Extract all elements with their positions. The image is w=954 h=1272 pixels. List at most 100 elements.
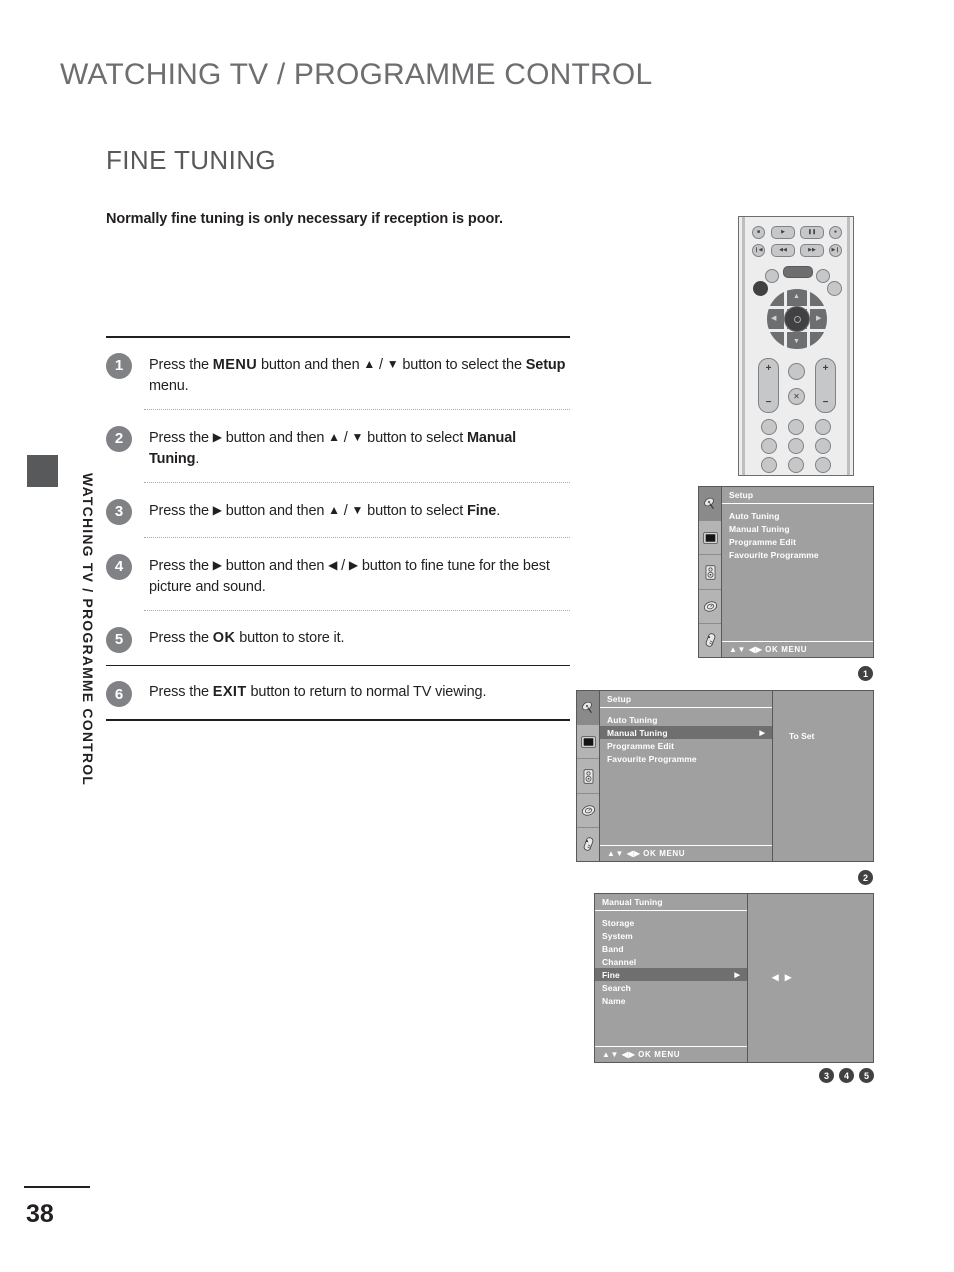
clock-icon[interactable] <box>699 590 721 624</box>
instruction-step: 6 Press the EXIT button to return to norm… <box>106 666 570 719</box>
osd-menu-list: Storage System Band Channel Fine ▶ Search Name <box>595 911 747 1046</box>
osd-menu-item[interactable]: Auto Tuning <box>600 713 772 726</box>
osd-footer-hints: ▲▼ ◀▶ OK MENU <box>722 641 873 657</box>
options-icon[interactable] <box>699 624 721 657</box>
page-number-rule <box>24 1186 90 1188</box>
audio-speaker-icon[interactable] <box>577 759 599 794</box>
osd-menu-item-label: Favourite Programme <box>729 549 819 560</box>
remote-aux-button-right <box>816 269 830 283</box>
osd-menu-item[interactable]: Programme Edit <box>722 535 873 548</box>
osd-icon-sidebar <box>699 487 722 657</box>
satellite-dish-icon[interactable] <box>699 487 721 522</box>
remote-record-button: ● <box>829 226 842 239</box>
osd-menu-item[interactable]: Channel <box>595 955 747 968</box>
osd-footer-hints: ▲▼ ◀▶ OK MENU <box>600 845 772 861</box>
step-marker-2: 2 <box>858 870 873 885</box>
osd-screen-setup-step2: Setup Auto Tuning Manual Tuning ▶ Programme… <box>576 690 874 862</box>
instruction-step: 5 Press the OK button to store it. <box>106 612 570 665</box>
sidebar-vertical-label: WATCHING TV / PROGRAMME CONTROL <box>80 473 96 787</box>
remote-number-button <box>788 419 804 435</box>
instruction-step: 4 Press the ▶ button and then ◀ / ▶ butto… <box>106 539 570 610</box>
remote-number-button <box>761 419 777 435</box>
osd-menu-item-label: System <box>602 930 633 941</box>
satellite-dish-icon[interactable] <box>577 691 599 726</box>
step-text: Press the OK button to store it. <box>149 629 345 646</box>
osd-side-arrows-label: ◀ ▶ <box>772 972 794 982</box>
section-intro-text: Normally fine tuning is only necessary i… <box>106 211 503 227</box>
remote-mute-button: ✕ <box>788 388 805 405</box>
osd-side-label: To Set <box>789 731 815 741</box>
osd-menu-item-label: Storage <box>602 917 635 928</box>
step-text: Press the ▶ button and then ▲ / ▼ button… <box>149 429 517 467</box>
remote-channel-minus-icon: − <box>822 397 829 408</box>
osd-side-panel: ◀ ▶ <box>747 894 873 1062</box>
osd-menu-item[interactable]: Search <box>595 981 747 994</box>
osd-menu-item-label: Programme Edit <box>729 536 797 547</box>
osd-menu-item[interactable]: Auto Tuning <box>722 509 873 522</box>
step-number-badge: 5 <box>106 626 132 653</box>
remote-dpad-up-icon: ▲ <box>793 293 800 300</box>
step-number-badge: 6 <box>106 681 132 707</box>
remote-volume-plus-icon: + <box>765 363 772 374</box>
osd-menu-item[interactable]: Fine ▶ <box>595 968 747 981</box>
remote-channel-plus-icon: + <box>822 363 829 374</box>
remote-number-button <box>815 438 831 454</box>
osd-menu-item-label: Auto Tuning <box>729 510 780 521</box>
osd-menu-list: Auto Tuning Manual Tuning ▶ Programme Edit F… <box>600 708 772 845</box>
instruction-step: 3 Press the ▶ button and then ▲ / ▼ butto… <box>106 484 570 537</box>
remote-number-button <box>788 438 804 454</box>
osd-menu-item[interactable]: Manual Tuning <box>722 522 873 535</box>
remote-pause-button: ❚❚ <box>800 226 824 239</box>
audio-speaker-icon[interactable] <box>699 555 721 590</box>
osd-screen-setup-step1: Setup Auto Tuning Manual Tuning Programme … <box>698 486 874 658</box>
osd-menu-item[interactable]: System <box>595 929 747 942</box>
chevron-right-icon: ▶ <box>734 971 740 979</box>
remote-exit-button <box>827 281 842 296</box>
picture-screen-icon[interactable] <box>577 725 599 760</box>
osd-icon-sidebar <box>577 691 600 861</box>
step-number-badge: 2 <box>106 425 132 452</box>
osd-menu-item[interactable]: Name <box>595 994 747 1007</box>
remote-skip-forward-button: ▶❙ <box>829 244 842 257</box>
step-text: Press the MENU button and then ▲ / ▼ but… <box>149 356 566 394</box>
remote-fast-forward-button: ▶▶ <box>800 244 824 257</box>
remote-number-button <box>761 438 777 454</box>
osd-menu-item-label: Manual Tuning <box>607 727 668 738</box>
osd-menu-item[interactable]: Favourite Programme <box>600 752 772 765</box>
remote-number-button <box>815 419 831 435</box>
osd-menu-item-label: Auto Tuning <box>607 714 658 725</box>
remote-volume-rocker: + − <box>758 358 779 413</box>
step-number-badge: 1 <box>106 352 132 379</box>
step-marker-4: 4 <box>839 1068 854 1083</box>
chevron-right-icon: ▶ <box>759 729 765 737</box>
osd-menu-item[interactable]: Storage <box>595 916 747 929</box>
sidebar-tab-marker <box>27 455 58 487</box>
osd-title: Setup <box>600 691 772 708</box>
osd-menu-list: Auto Tuning Manual Tuning Programme Edit Fa… <box>722 504 873 641</box>
osd-menu-item-label: Band <box>602 943 624 954</box>
remote-stop-button: ■ <box>752 226 765 239</box>
osd-menu-item-label: Favourite Programme <box>607 753 697 764</box>
options-icon[interactable] <box>577 828 599 861</box>
osd-body: Manual Tuning Storage System Band Channel Fi… <box>595 894 747 1062</box>
step-text: Press the ▶ button and then ◀ / ▶ button… <box>149 557 550 595</box>
osd-menu-item[interactable]: Favourite Programme <box>722 548 873 561</box>
step-text: Press the EXIT button to return to norma… <box>149 684 487 700</box>
osd-menu-item[interactable]: Manual Tuning ▶ <box>600 726 772 739</box>
step-marker-1: 1 <box>858 666 873 681</box>
remote-aux-button-left <box>765 269 779 283</box>
clock-icon[interactable] <box>577 794 599 828</box>
remote-menu-button <box>753 281 768 296</box>
osd-menu-item-label: Search <box>602 982 631 993</box>
remote-number-button <box>815 457 831 473</box>
instruction-step: 2 Press the ▶ button and then ▲ / ▼ butto… <box>106 411 570 482</box>
picture-screen-icon[interactable] <box>699 521 721 556</box>
remote-number-button <box>761 457 777 473</box>
remote-dpad-right-icon: ▶ <box>816 315 822 322</box>
osd-menu-item[interactable]: Band <box>595 942 747 955</box>
osd-menu-item[interactable]: Programme Edit <box>600 739 772 752</box>
remote-dpad-left-icon: ◀ <box>771 315 777 322</box>
remote-rewind-button: ◀◀ <box>771 244 795 257</box>
osd-title: Manual Tuning <box>595 894 747 911</box>
instruction-steps: 1 Press the MENU button and then ▲ / ▼ bu… <box>106 336 570 721</box>
